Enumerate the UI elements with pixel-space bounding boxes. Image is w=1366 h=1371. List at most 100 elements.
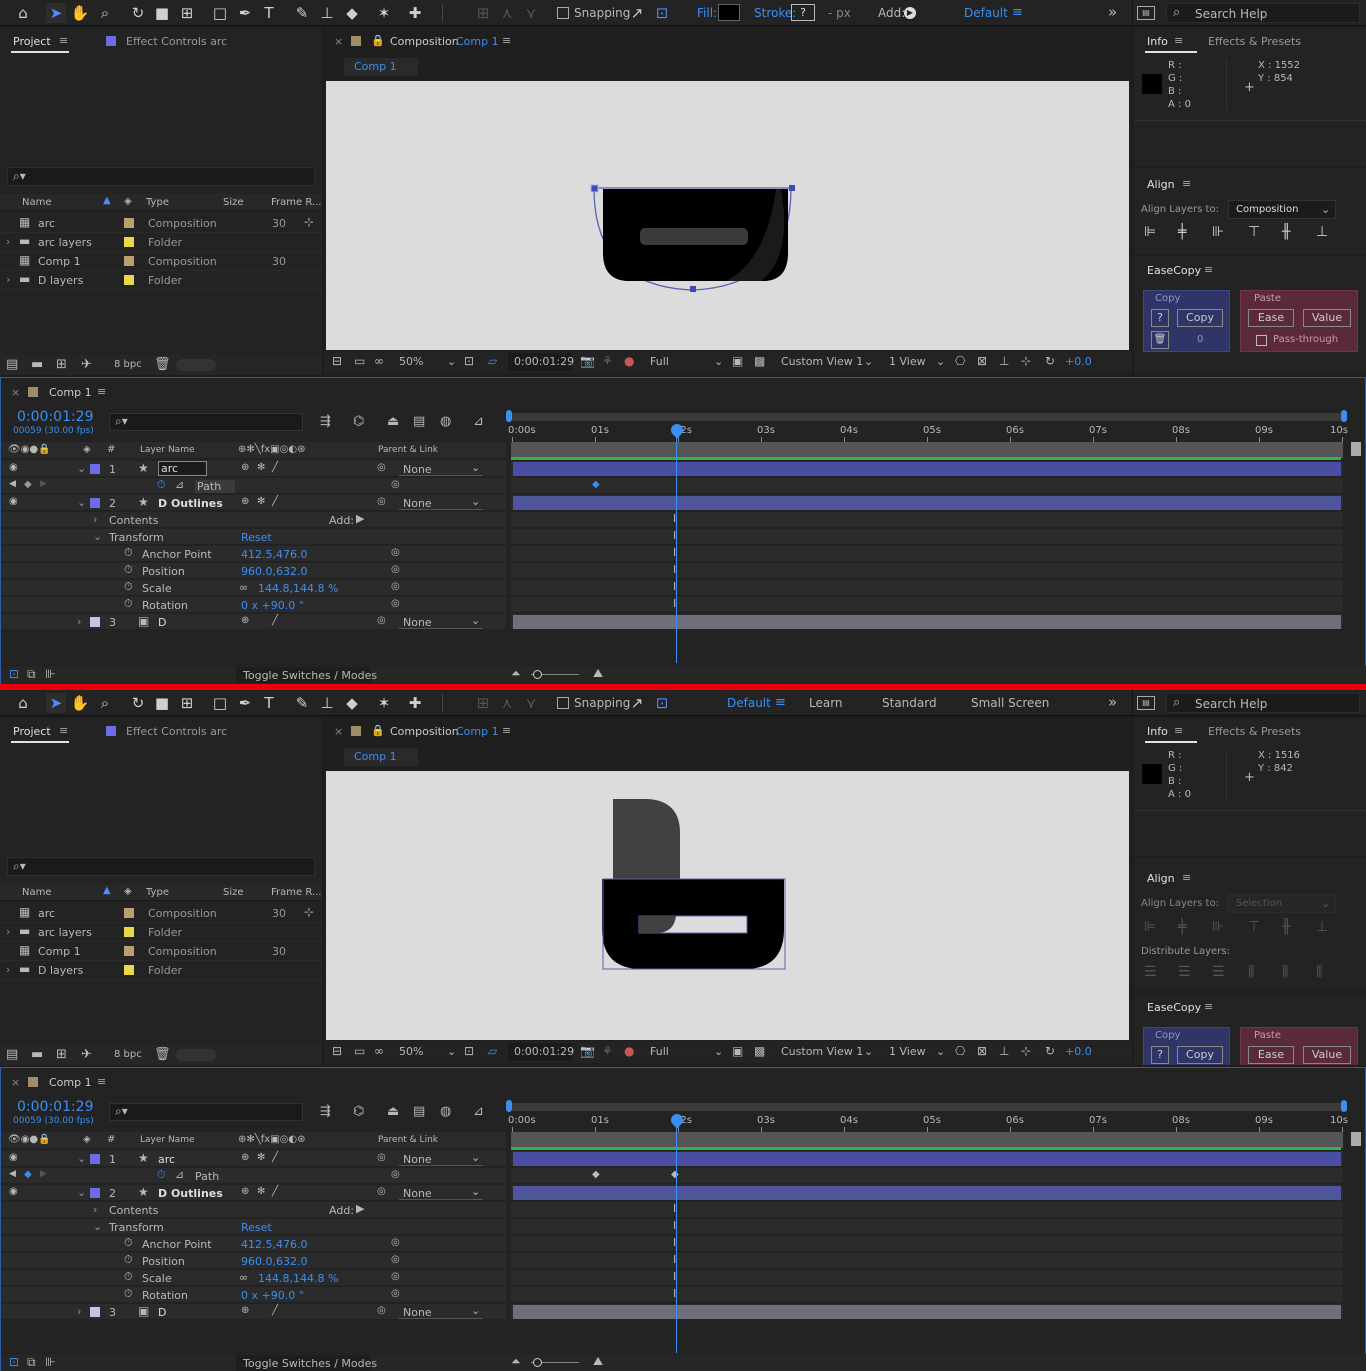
chevron-right-icon[interactable]: ›	[6, 925, 10, 938]
ease-button[interactable]: Ease	[1248, 1046, 1294, 1064]
quality-switch-icon[interactable]: ╱	[272, 1305, 278, 1316]
interpret-footage-icon[interactable]: ▤	[6, 357, 18, 372]
time-ruler[interactable]: 0:00s01s02s03s04s05s06s07s08s09s10s	[508, 1112, 1348, 1132]
search-help-field[interactable]: ⌕ Search Help	[1166, 3, 1360, 23]
lock-icon[interactable]: 🔒	[371, 724, 385, 737]
hand-tool-icon[interactable]: ✋	[70, 693, 90, 713]
help-button[interactable]: ?	[1151, 1046, 1169, 1064]
expand-transfer-icon[interactable]: ⊪	[45, 1355, 55, 1369]
pickwhip-icon[interactable]: ◎	[391, 1169, 400, 1180]
pickwhip-icon[interactable]: ◎	[391, 1288, 400, 1299]
clone-stamp-tool-icon[interactable]: ⊥	[317, 3, 337, 23]
timeline-row[interactable]: ◀ ◆ ▶ ⏱ ⊿ Path ◎	[1, 1168, 506, 1184]
info-menu-icon[interactable]: ≡	[1174, 724, 1183, 737]
layer-duration-bar[interactable]	[513, 496, 1341, 510]
timeline-row[interactable]: ⏱ Scale ∞ 144.8,144.8 % ◎	[1, 1270, 506, 1286]
align-bottom-icon[interactable]: ⊥	[1316, 919, 1328, 935]
region-of-interest-icon[interactable]: ▱	[488, 1044, 497, 1058]
timeline-menu-icon[interactable]: ≡	[97, 385, 106, 398]
resolution-select[interactable]: Full	[650, 1045, 669, 1058]
snap-edges-icon[interactable]: ↗	[627, 693, 647, 713]
draft-3d-icon[interactable]: ⊠	[977, 354, 987, 368]
workspace-standard[interactable]: Standard	[882, 696, 937, 710]
graph-editor-icon[interactable]: ⊿	[473, 1104, 484, 1119]
shy-switch-icon[interactable]: ⊕	[241, 496, 249, 507]
visibility-eye-icon[interactable]: ◉	[9, 1186, 18, 1197]
roto-brush-tool-icon[interactable]: ✶	[374, 3, 394, 23]
timeline-row[interactable]: ◉ ⌄ 2 ★ D Outlines ⊕ ✻ ╱ ◎ None ⌄	[1, 1185, 506, 1201]
snap-features-icon[interactable]: ⊡	[652, 3, 672, 23]
lock-icon[interactable]: 🔒	[371, 34, 385, 47]
pickwhip-icon[interactable]: ◎	[377, 1186, 386, 1197]
fit-icon[interactable]: ⊡	[464, 354, 474, 368]
layer-name[interactable]: arc	[158, 1153, 175, 1166]
layer-duration-bar[interactable]	[513, 462, 1341, 476]
chevron-right-icon[interactable]: ›	[77, 1305, 81, 1318]
timeline-row[interactable]: ⏱ Position 960.0,632.0 ◎	[1, 1253, 506, 1269]
stopwatch-icon[interactable]: ⏱	[124, 1236, 133, 1250]
render-time-icon[interactable]: ⊡	[9, 667, 19, 681]
work-area-end-handle[interactable]	[1341, 410, 1347, 422]
align-horizontal-center-icon[interactable]: ╪	[1178, 919, 1186, 935]
world-axis-icon[interactable]: ⋏	[497, 693, 517, 713]
distribute-left-icon[interactable]: ⫼	[1248, 964, 1254, 980]
close-tab-icon[interactable]: ×	[334, 35, 343, 48]
toggle-switches-modes[interactable]: Toggle Switches / Modes	[243, 669, 377, 682]
timeline-row[interactable]: ◉ ⌄ 2 ★ D Outlines ⊕ ✻ ╱ ◎ None ⌄	[1, 495, 506, 511]
info-menu-icon[interactable]: ≡	[1174, 34, 1183, 47]
pan-behind-tool-icon[interactable]: ⊞	[177, 693, 197, 713]
flowchart-icon[interactable]: ✈	[81, 1047, 92, 1062]
fit-icon[interactable]: ⊡	[464, 1044, 474, 1058]
workspace-menu-icon[interactable]: ≡	[1012, 5, 1023, 20]
timeline-track[interactable]: ◆ ◆	[511, 1168, 1343, 1184]
reset-exposure-icon[interactable]: ↻	[1045, 354, 1055, 368]
align-vertical-center-icon[interactable]: ╫	[1282, 224, 1290, 240]
timeline-track[interactable]: I	[511, 1253, 1343, 1269]
shy-switch-icon[interactable]: ⊕	[241, 1186, 249, 1197]
timeline-row[interactable]: ⏱ Rotation 0 x +90.0 ° ◎	[1, 1287, 506, 1303]
flowchart-icon[interactable]: ⊹	[1021, 354, 1031, 368]
render-time-icon[interactable]: ⊡	[9, 1355, 19, 1369]
chevron-down-icon[interactable]: ⌄	[77, 1152, 86, 1165]
channel-rgb-icon[interactable]: ●	[624, 1044, 634, 1058]
pickwhip-icon[interactable]: ◎	[391, 581, 400, 592]
shy-switch-icon[interactable]: ⊕	[241, 615, 249, 626]
parent-select[interactable]: None ⌄	[399, 495, 483, 510]
zoom-out-icon[interactable]: ⏶	[511, 666, 521, 681]
stopwatch-icon[interactable]: ⏱	[124, 1270, 133, 1284]
shy-icon[interactable]: ⏏	[387, 414, 399, 429]
align-horizontal-center-icon[interactable]: ╪	[1178, 224, 1186, 240]
timeline-row[interactable]: ⏱ Anchor Point 412.5,476.0 ◎	[1, 1236, 506, 1252]
exposure-value[interactable]: +0.0	[1065, 1045, 1092, 1058]
pickwhip-icon[interactable]: ◎	[391, 1237, 400, 1248]
zoom-out-icon[interactable]: ⏶	[511, 1354, 521, 1369]
vertex-handle[interactable]	[789, 185, 795, 191]
help-button[interactable]: ?	[1151, 309, 1169, 327]
rectangle-tool-icon[interactable]: □	[210, 693, 230, 713]
chevron-right-icon[interactable]: ›	[93, 513, 97, 526]
3d-glasses-icon[interactable]: ∞	[374, 1044, 384, 1058]
chevron-down-icon[interactable]: ⌄	[93, 530, 102, 543]
view-axis-icon[interactable]: ⋎	[521, 3, 541, 23]
pickwhip-icon[interactable]: ◎	[377, 462, 386, 473]
copy-button[interactable]: Copy	[1177, 309, 1223, 327]
stopwatch-icon[interactable]: ⏱	[124, 1253, 133, 1267]
type-tool-icon[interactable]: T	[259, 693, 279, 713]
next-keyframe-icon[interactable]: ▶	[40, 479, 47, 489]
flowchart-icon[interactable]: ✈	[81, 357, 92, 372]
pickwhip-icon[interactable]: ◎	[391, 1254, 400, 1265]
selection-tool-icon[interactable]: ➤	[46, 693, 66, 713]
project-item-row[interactable]: ▦ Comp 1 Composition 30	[0, 942, 322, 961]
project-search-input[interactable]: ⌕▾	[7, 167, 315, 186]
toggle-pixel-aspect-icon[interactable]: ⎔	[955, 1044, 965, 1058]
eraser-tool-icon[interactable]: ◆	[342, 3, 362, 23]
value-button[interactable]: Value	[1303, 1046, 1351, 1064]
frame-blending-icon[interactable]: ▤	[413, 414, 425, 429]
path-property-label[interactable]: Path	[195, 1170, 219, 1183]
quality-switch-icon[interactable]: ╱	[272, 462, 278, 473]
zoom-tool-icon[interactable]: ⌕	[95, 3, 115, 23]
search-help-field[interactable]: ⌕ Search Help	[1166, 693, 1360, 713]
pickwhip-icon[interactable]: ◎	[391, 598, 400, 609]
monitor-icon[interactable]: ▭	[354, 354, 365, 368]
workspace-menu-icon[interactable]: ≡	[775, 695, 786, 710]
